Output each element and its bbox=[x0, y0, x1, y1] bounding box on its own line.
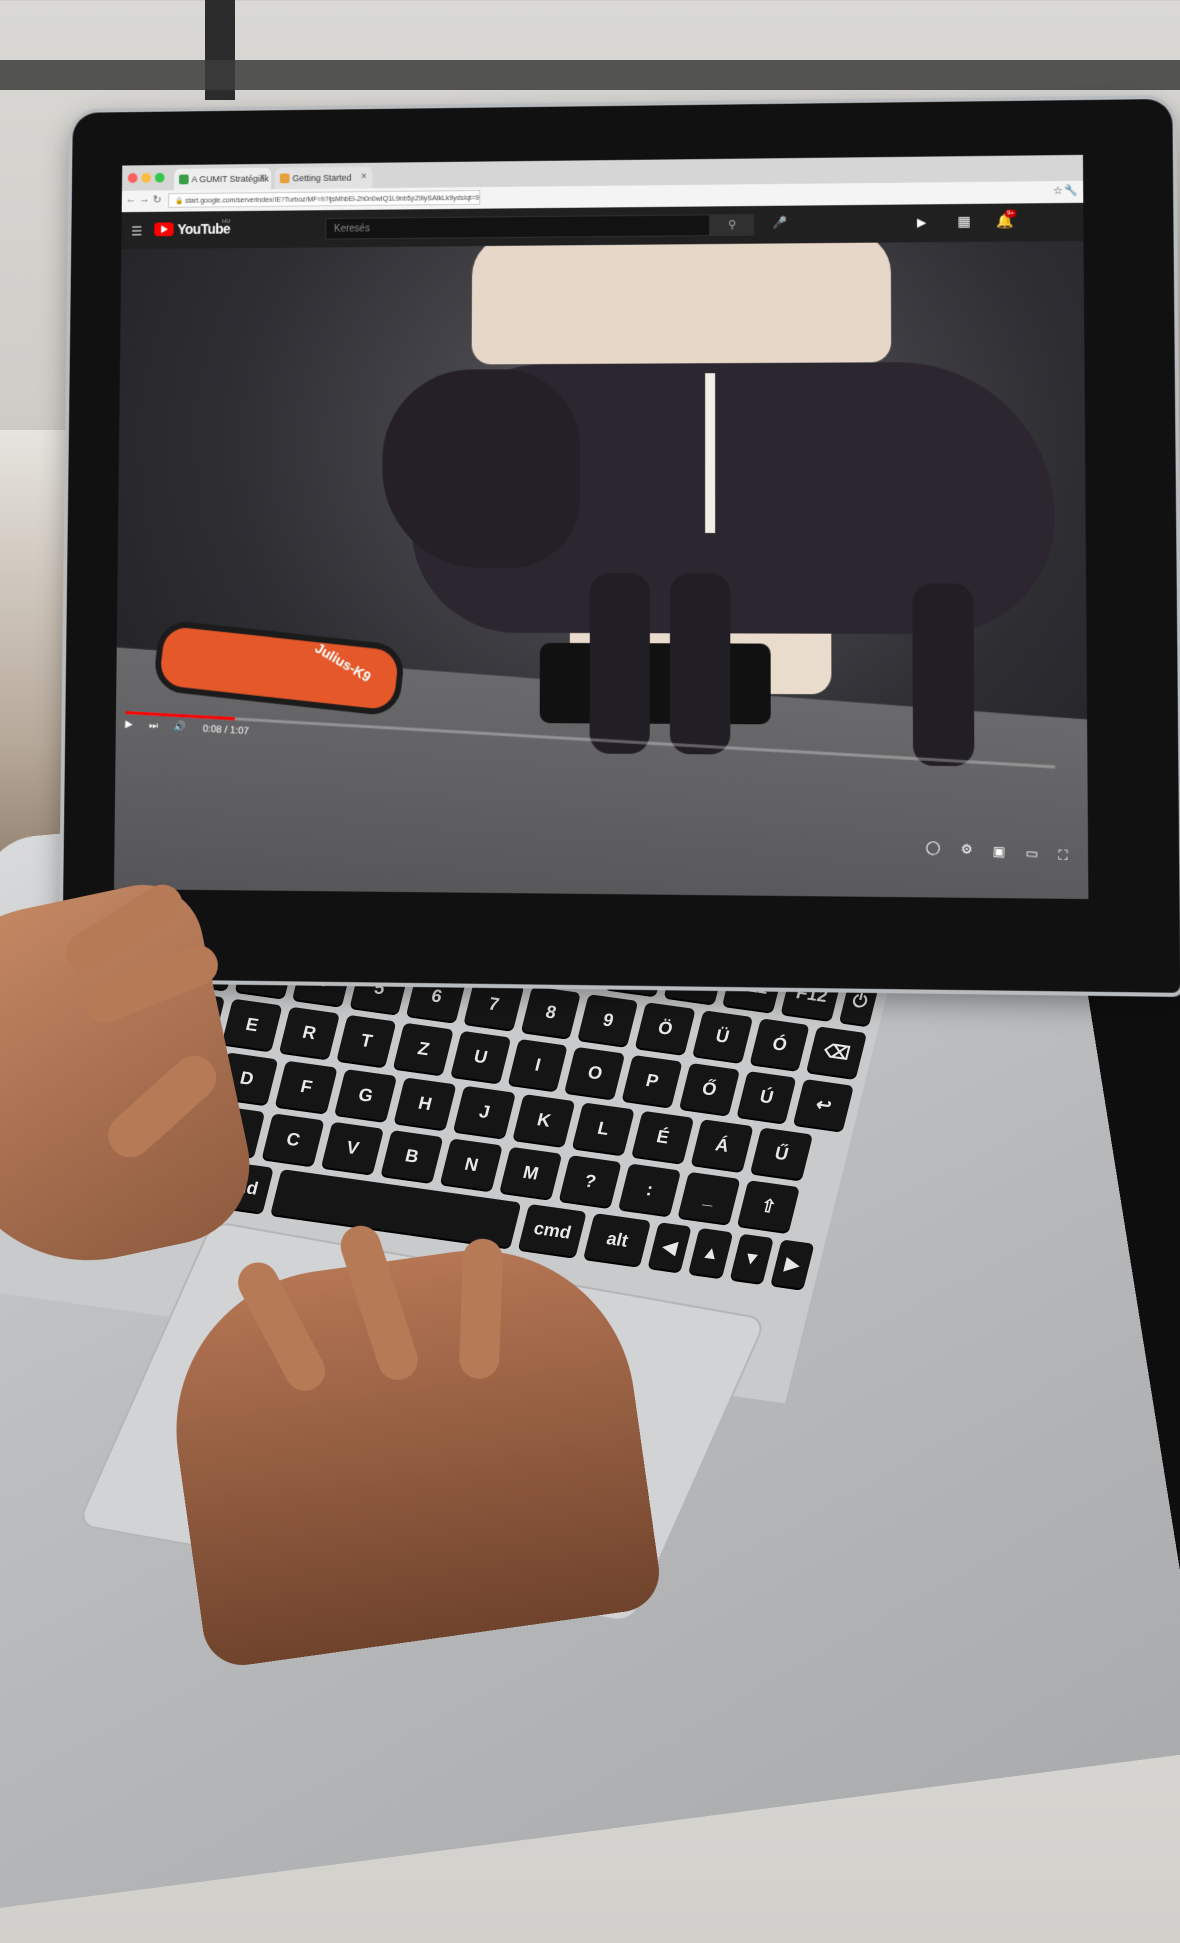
keyboard-key[interactable]: 9 bbox=[578, 994, 638, 1046]
keyboard-key[interactable]: C bbox=[262, 1113, 325, 1165]
keyboard-key[interactable]: T bbox=[336, 1015, 396, 1067]
create-video-icon[interactable]: ▶︎ bbox=[917, 215, 926, 229]
video-player[interactable]: Julius-K9 ▶ ⏭ 🔊 0:08 / 1:07 ◯ ⚙ ▣ ▭ ⛶ bbox=[114, 241, 1088, 899]
keyboard-key[interactable]: N bbox=[440, 1138, 503, 1190]
keyboard-key[interactable]: Ú bbox=[736, 1071, 796, 1123]
keyboard-key[interactable]: 7 bbox=[464, 978, 524, 1030]
back-icon[interactable]: ← bbox=[126, 194, 137, 206]
laptop-lid: A GUMIT Stratégiák × Getting Started × ←… bbox=[62, 99, 1180, 993]
left-thumb bbox=[99, 1047, 225, 1167]
miniplayer-icon[interactable]: ▣ bbox=[992, 843, 1005, 859]
play-icon[interactable]: ▶ bbox=[125, 719, 133, 730]
tab-close-icon[interactable]: × bbox=[259, 168, 265, 190]
window-frame bbox=[0, 60, 1180, 90]
search-input[interactable]: Keresés bbox=[325, 214, 710, 239]
browser-tab[interactable]: A GUMIT Stratégiák × bbox=[174, 168, 271, 190]
video-measuring-tape bbox=[705, 373, 715, 533]
forward-icon[interactable]: → bbox=[139, 193, 150, 205]
keyboard-key[interactable]: Ó bbox=[750, 1018, 810, 1070]
keyboard-key[interactable]: V bbox=[321, 1122, 384, 1174]
mic-icon[interactable]: 🎤 bbox=[772, 216, 787, 230]
video-person-arms bbox=[472, 241, 892, 365]
browser-tab[interactable]: Getting Started × bbox=[275, 167, 373, 190]
keyboard-key[interactable]: Ű bbox=[750, 1127, 813, 1179]
tab-favicon-icon bbox=[280, 173, 290, 183]
keyboard-key[interactable]: ◀ bbox=[648, 1222, 692, 1271]
keyboard-key[interactable]: ▶ bbox=[770, 1239, 814, 1288]
search-icon[interactable]: ⚲ bbox=[710, 214, 754, 236]
fullscreen-icon[interactable]: ⛶ bbox=[1058, 847, 1068, 863]
wrench-icon[interactable]: 🔧 bbox=[1064, 184, 1078, 197]
autoplay-toggle-icon[interactable]: ◯ bbox=[925, 839, 941, 855]
tab-close-icon[interactable]: × bbox=[361, 167, 367, 189]
keyboard-key[interactable]: K bbox=[513, 1094, 576, 1146]
keyboard-key[interactable]: ▲ bbox=[689, 1228, 733, 1277]
video-dog-leg bbox=[912, 583, 974, 766]
keyboard-key[interactable]: P bbox=[622, 1055, 682, 1107]
video-dog-leg bbox=[590, 573, 650, 754]
keyboard-key[interactable]: J bbox=[453, 1086, 516, 1138]
keyboard-key[interactable]: 8 bbox=[521, 986, 581, 1038]
keyboard-key[interactable]: É bbox=[632, 1111, 695, 1163]
keyboard-key[interactable]: Ő bbox=[679, 1063, 739, 1115]
address-bar[interactable]: 🔒 start.google.com/serverindex/IE?Turboz… bbox=[168, 190, 480, 208]
maximize-window-icon[interactable] bbox=[155, 173, 165, 183]
lock-icon: 🔒 bbox=[175, 198, 184, 205]
keyboard-key[interactable]: M bbox=[500, 1147, 563, 1199]
keyboard-key[interactable]: L bbox=[572, 1102, 635, 1154]
apps-grid-icon[interactable]: ▦ bbox=[957, 213, 970, 230]
volume-icon[interactable]: 🔊 bbox=[174, 722, 187, 734]
keyboard-key[interactable]: alt bbox=[583, 1213, 651, 1266]
keyboard-key[interactable]: Ü bbox=[692, 1010, 752, 1062]
minimize-window-icon[interactable] bbox=[141, 173, 151, 183]
next-icon[interactable]: ⏭ bbox=[149, 720, 158, 731]
close-window-icon[interactable] bbox=[128, 173, 138, 183]
keyboard-key[interactable]: ⌫ bbox=[807, 1026, 867, 1078]
laptop-screen: A GUMIT Stratégiák × Getting Started × ←… bbox=[114, 155, 1088, 899]
theater-icon[interactable]: ▭ bbox=[1025, 845, 1038, 861]
keyboard-key[interactable]: U bbox=[451, 1031, 511, 1083]
keyboard-key[interactable]: ▼ bbox=[730, 1234, 774, 1283]
notification-badge: 9+ bbox=[1005, 209, 1016, 217]
right-finger bbox=[459, 1238, 504, 1379]
tab-label: A GUMIT Stratégiák bbox=[192, 174, 270, 185]
tab-label: Getting Started bbox=[292, 173, 351, 183]
menu-icon[interactable]: ☰ bbox=[131, 224, 142, 240]
keyboard-key[interactable]: E bbox=[222, 999, 282, 1051]
url-text: start.google.com/serverindex/IE?Turboz/M… bbox=[185, 195, 480, 205]
video-person-legs bbox=[540, 643, 771, 724]
keyboard-key[interactable]: _ bbox=[678, 1172, 741, 1224]
keyboard-key[interactable]: B bbox=[381, 1130, 444, 1182]
keyboard-key[interactable]: F bbox=[275, 1061, 338, 1113]
reload-icon[interactable]: ↻ bbox=[153, 193, 162, 206]
keyboard-key[interactable]: Ö bbox=[635, 1002, 695, 1054]
keyboard-key[interactable]: Á bbox=[691, 1119, 754, 1171]
video-dog-head bbox=[382, 369, 581, 568]
keyboard-key[interactable]: cmd bbox=[518, 1204, 586, 1257]
settings-icon[interactable]: ⚙ bbox=[960, 841, 973, 857]
keyboard-key[interactable]: G bbox=[334, 1069, 397, 1121]
keyboard-key[interactable]: O bbox=[565, 1047, 625, 1099]
keyboard-key[interactable]: H bbox=[394, 1077, 457, 1129]
tab-favicon-icon bbox=[179, 175, 189, 185]
country-code: HU bbox=[222, 219, 230, 225]
keyboard-key[interactable]: : bbox=[618, 1163, 681, 1215]
keyboard-key[interactable]: ⇧ bbox=[737, 1180, 800, 1232]
keyboard-key[interactable]: R bbox=[279, 1007, 339, 1059]
keyboard-key[interactable]: Z bbox=[393, 1023, 453, 1075]
youtube-logo-icon[interactable] bbox=[154, 222, 173, 236]
keyboard-key[interactable]: ↩ bbox=[794, 1079, 854, 1131]
keyboard-key[interactable]: I bbox=[508, 1039, 568, 1091]
video-dog-leg bbox=[670, 573, 730, 754]
star-icon[interactable]: ☆ bbox=[1053, 184, 1063, 197]
keyboard-key[interactable]: ? bbox=[559, 1155, 622, 1207]
